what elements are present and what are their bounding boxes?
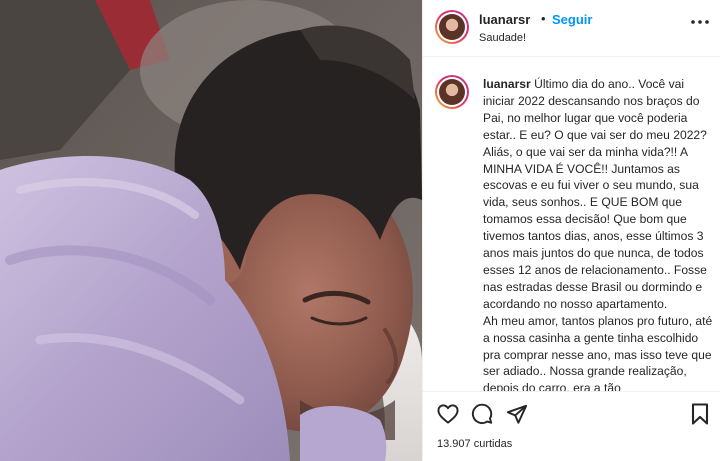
sleeping-man-photo [0, 0, 422, 461]
ellipsis-icon[interactable] [687, 12, 713, 32]
caption-section: luanarsr Último dia do ano.. Você vai in… [423, 58, 720, 391]
follow-button[interactable]: Seguir [552, 12, 592, 27]
caption-text: Último dia do ano.. Você vai iniciar 202… [483, 77, 713, 391]
header-separator: • [541, 11, 546, 26]
share-icon[interactable] [504, 401, 530, 427]
author-username[interactable]: luanarsr [479, 12, 530, 27]
post-header: luanarsr • Seguir Saudade! [423, 0, 720, 57]
caption-text-block: luanarsr Último dia do ano.. Você vai in… [483, 76, 715, 391]
likes-count[interactable]: 13.907 curtidas [437, 438, 512, 450]
author-avatar[interactable] [435, 10, 469, 44]
caption-avatar[interactable] [435, 75, 469, 109]
comment-icon[interactable] [469, 401, 495, 427]
action-bar: 13.907 curtidas [423, 391, 720, 461]
post-photo[interactable] [0, 0, 422, 461]
instagram-post: luanarsr • Seguir Saudade! luanarsr Últi… [0, 0, 720, 461]
heart-icon[interactable] [435, 401, 461, 427]
caption-username[interactable]: luanarsr [483, 77, 531, 91]
post-location[interactable]: Saudade! [479, 32, 526, 44]
bookmark-icon[interactable] [687, 401, 713, 427]
post-side-panel: luanarsr • Seguir Saudade! luanarsr Últi… [422, 0, 720, 461]
